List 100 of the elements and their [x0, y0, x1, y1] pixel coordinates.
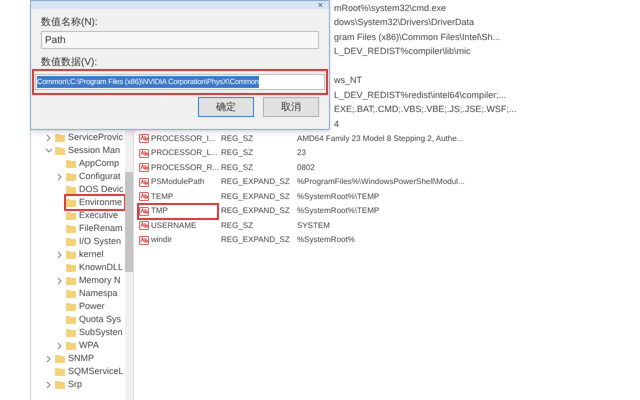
tree-item-label: Configurat [79, 170, 121, 183]
scrollbar-thumb[interactable] [125, 172, 133, 272]
tree-item-label: kernel [79, 248, 104, 261]
value-name[interactable]: TMP [139, 204, 217, 218]
chevron-icon[interactable] [45, 380, 53, 388]
string-value-icon [139, 192, 149, 202]
tree-item[interactable]: Memory N [66, 274, 123, 287]
tree-item[interactable]: Power [66, 300, 107, 313]
tree-item[interactable]: AppComp [66, 157, 122, 170]
value-name-label: USERNAME [151, 220, 196, 232]
value-data: %SystemRoot% [297, 234, 355, 246]
dialog-button[interactable]: 取消 [263, 97, 319, 117]
chevron-icon[interactable] [56, 250, 64, 258]
tree-item[interactable]: WPA [66, 339, 101, 352]
tree-item[interactable]: Namespa [66, 287, 120, 300]
value-data: L_DEV_REDIST%compiler\lib\mic [334, 45, 471, 58]
chevron-icon[interactable] [56, 276, 64, 284]
value-data: EXE;.BAT;.CMD;.VBS;.VBE;.JS;.JSE;.WSF;... [334, 103, 516, 116]
tree-item[interactable]: Environme [66, 196, 124, 209]
dialog-button[interactable]: 确定 [198, 97, 254, 117]
value-data: 4 [334, 118, 340, 130]
string-value-icon [139, 134, 149, 144]
tree-item-label: KnownDLL [79, 260, 124, 274]
tree-item[interactable]: KnownDLL [66, 261, 126, 274]
value-name[interactable]: USERNAME [139, 219, 217, 232]
chevron-icon[interactable] [56, 172, 64, 180]
chevron-icon[interactable] [45, 146, 53, 154]
value-name-label: PSModulePath [151, 176, 204, 188]
value-name[interactable]: windir [139, 234, 217, 247]
value-data: gram Files (x86)\Common Files\Intel\Sh... [334, 30, 500, 44]
value-name[interactable]: PROCESSOR_L... [139, 146, 217, 160]
value-name[interactable]: PROCESSOR_R... [139, 161, 217, 174]
tree-item[interactable]: Executive [66, 209, 120, 222]
value-name-label: TMP [151, 205, 168, 218]
string-value-icon [139, 206, 149, 216]
tree-item[interactable]: SNMP [55, 352, 96, 365]
value-name-label: PROCESSOR_R... [151, 162, 220, 174]
value-data: 0802 [297, 162, 315, 174]
tree-item-label: Memory N [79, 274, 121, 287]
string-value-icon [139, 236, 149, 245]
value-data: dows\System32\Drivers\DriverData [334, 16, 474, 29]
value-name[interactable]: PROCESSOR_I... [139, 132, 217, 146]
value-type: REG_SZ [220, 147, 254, 160]
tree-item-label: ServiceProvic [68, 130, 124, 144]
tree-item[interactable]: Quota Sys [66, 313, 124, 326]
chevron-icon[interactable] [56, 342, 64, 350]
value-type: REG_SZ [220, 162, 254, 174]
tree-item[interactable]: FileRenam [66, 222, 125, 235]
tree-item[interactable]: Configurat [66, 170, 123, 183]
close-button[interactable]: × [318, 0, 323, 10]
tree-item-label: I/O Systen [79, 234, 122, 248]
tree-item[interactable]: kernel [66, 248, 106, 261]
value-name-label: windir [151, 234, 172, 246]
tree-item[interactable]: DOS Devic [66, 183, 126, 196]
string-value-icon [139, 163, 149, 172]
value-data: 23 [297, 147, 306, 160]
value-data: L_DEV_REDIST%redist\intel64\compiler;... [334, 88, 506, 102]
tree-item[interactable]: Srp [55, 378, 84, 391]
tree-item-label: SubSysten [79, 326, 123, 339]
value-type: REG_EXPAND_SZ [220, 190, 291, 203]
string-value-icon [139, 178, 149, 187]
tree-item[interactable]: I/O Systen [66, 235, 124, 248]
value-data-label: 数值数据(V): [41, 56, 98, 69]
value-data: mRoot%\system32\cmd.exe [334, 2, 446, 15]
value-type: REG_SZ [220, 132, 254, 145]
value-type: REG_EXPAND_SZ [220, 176, 291, 188]
tree-item[interactable]: ServiceProvic [55, 131, 126, 144]
chevron-icon[interactable] [45, 134, 53, 142]
tree-item[interactable]: SubSysten [66, 326, 125, 339]
tree-item-label: Session Man [68, 144, 120, 157]
value-data: AMD64 Family 23 Model 8 Stepping 2, Authe... [297, 132, 464, 145]
string-value-icon [139, 221, 149, 230]
tree-item-label: DOS Devic [79, 182, 124, 196]
tree-item-label: Quota Sys [79, 312, 122, 326]
tree-item-label: Executive [79, 208, 118, 222]
tree-item-label: Environme [79, 196, 122, 209]
value-data: %SystemRoot%\TEMP [297, 190, 380, 203]
value-name[interactable]: TEMP [139, 190, 217, 204]
value-name-field[interactable]: Path [41, 31, 319, 49]
tree-item[interactable]: SQMServiceL [55, 365, 126, 378]
tree-item-label: SNMP [68, 352, 94, 365]
tree-item-label: Srp [68, 378, 82, 391]
string-value-icon [139, 148, 149, 158]
tree-item-label: AppComp [79, 156, 120, 170]
value-data: SYSTEM [297, 220, 330, 232]
tree-item[interactable]: Session Man [55, 144, 122, 157]
value-name-label: TEMP [151, 190, 174, 203]
value-type: REG_EXPAND_SZ [220, 205, 291, 218]
value-name-label: 数值名称(N): [41, 16, 99, 30]
chevron-icon[interactable] [45, 354, 53, 362]
value-name-label: PROCESSOR_L... [151, 147, 218, 160]
value-type: REG_SZ [220, 220, 254, 232]
tree-item-label: SQMServiceL [68, 364, 124, 378]
value-data: %ProgramFiles%\WindowsPowerShell\Modul... [297, 176, 465, 188]
value-type: REG_EXPAND_SZ [220, 234, 291, 246]
value-name[interactable]: PSModulePath [139, 176, 217, 189]
tree-item-label: WPA [79, 338, 99, 352]
tree-item-label: Power [79, 300, 105, 313]
value-name-label: PROCESSOR_I... [151, 132, 216, 145]
tree-item-label: Namespa [79, 286, 118, 300]
